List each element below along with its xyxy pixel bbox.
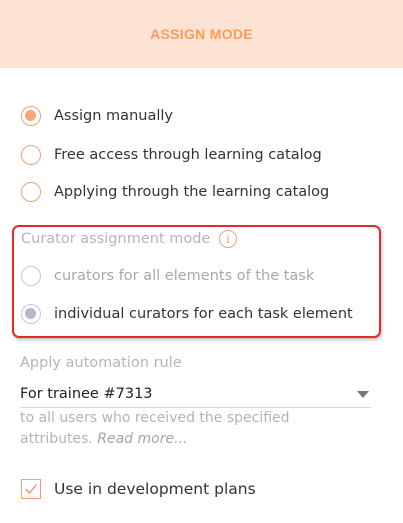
checkmark-icon [25,484,37,494]
radio-applying-catalog[interactable]: Applying through the learning catalog [21,180,329,204]
radio-assign-manually[interactable]: Assign manually [21,104,173,128]
chevron-down-icon[interactable] [357,391,369,398]
checkbox-label: Use in development plans [54,480,256,498]
radio-button[interactable] [21,182,41,202]
automation-rule-select[interactable]: For trainee #7313 [20,381,371,408]
automation-hint: to all users who received the specified … [20,408,350,450]
radio-label: Assign manually [54,108,173,124]
radio-button-checked-disabled[interactable] [21,304,41,324]
radio-label: curators for all elements of the task [54,268,315,284]
automation-section-title: Apply automation rule [20,355,182,371]
radio-label: Free access through learning catalog [54,147,322,163]
radio-label: Applying through the learning catalog [54,184,330,200]
read-more-link[interactable]: Read more... [97,431,187,447]
radio-button[interactable] [21,145,41,165]
checkbox-checked[interactable] [21,479,41,499]
curator-section-title: Curator assignment mode [21,231,211,247]
select-value: For trainee #7313 [20,386,153,402]
radio-button-checked[interactable] [21,106,41,126]
panel-title: ASSIGN MODE [150,26,253,42]
radio-free-access[interactable]: Free access through learning catalog [21,143,322,167]
radio-curators-all-elements[interactable]: curators for all elements of the task [21,264,314,288]
panel-header: ASSIGN MODE [0,0,403,68]
radio-label: individual curators for each task elemen… [54,306,353,322]
info-icon[interactable]: i [219,230,237,248]
checkbox-development-plans[interactable]: Use in development plans [21,477,256,501]
radio-individual-curators[interactable]: individual curators for each task elemen… [21,302,353,326]
radio-button-disabled[interactable] [21,266,41,286]
